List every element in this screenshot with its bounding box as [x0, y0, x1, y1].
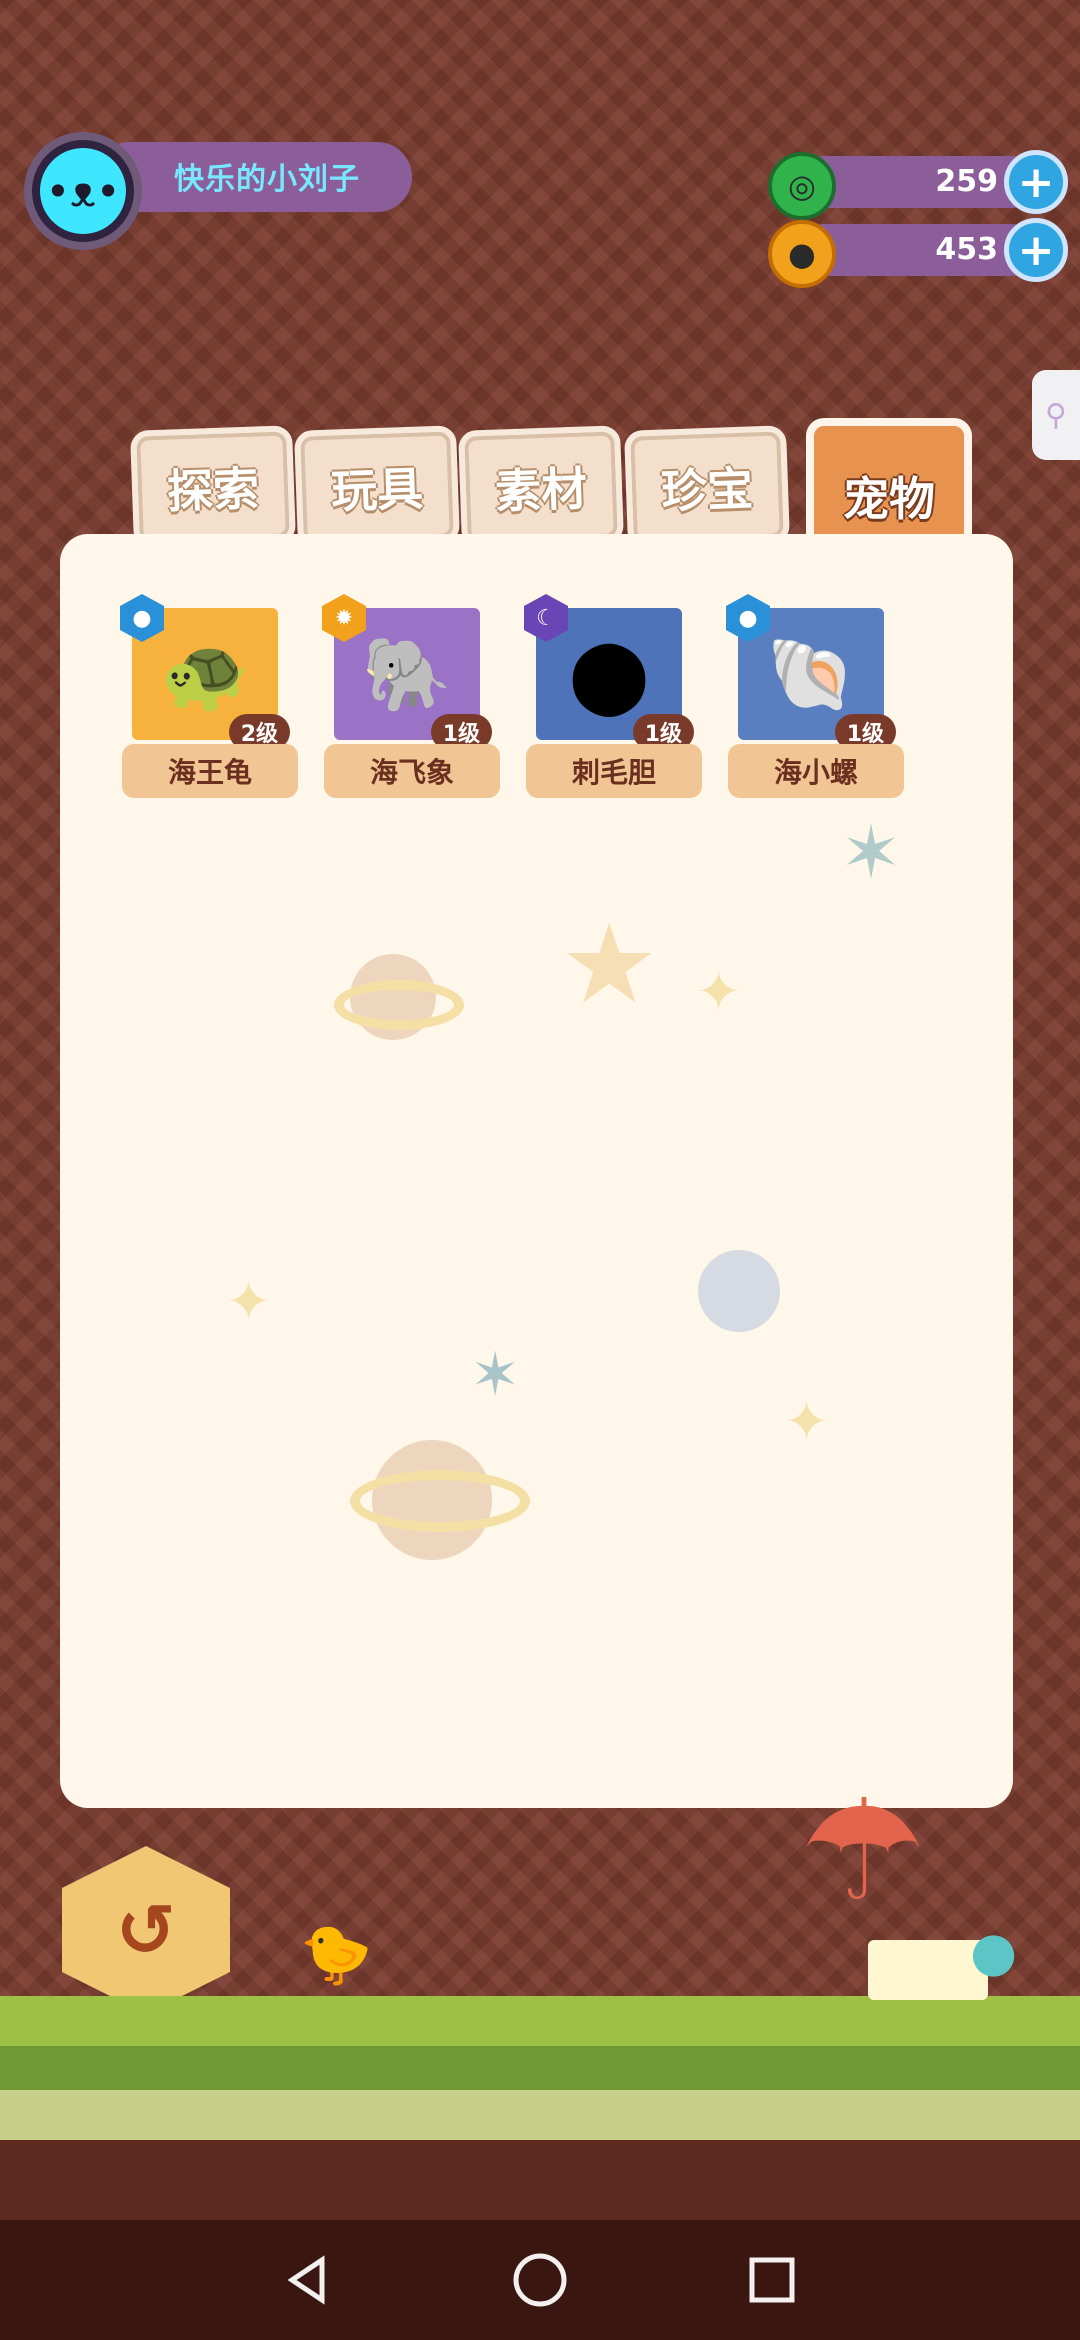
back-nav-icon[interactable] — [276, 2248, 340, 2312]
tab-materials[interactable]: 素材 — [457, 425, 625, 549]
star-decoration: ✦ — [784, 1390, 830, 1453]
currency-donut: ◎ 259 + — [768, 150, 1068, 220]
tab-label: 宠物 — [843, 472, 935, 526]
currency-coin: ● 453 + — [768, 218, 1068, 288]
tab-label: 玩具 — [330, 461, 425, 519]
grass-top — [0, 1996, 1080, 2046]
pet-card[interactable]: 🐘 ✹ 1级 海飞象 — [322, 594, 500, 798]
tab-label: 探索 — [166, 461, 261, 519]
planet-coin-icon: ● — [768, 220, 836, 288]
planet-decoration — [698, 1250, 780, 1332]
pet-name: 海王龟 — [122, 744, 298, 798]
cat-avatar-icon: •ᴥ• — [40, 148, 126, 234]
star-decoration: ✦ — [696, 960, 742, 1023]
star-decoration: ✦ — [226, 1270, 272, 1333]
pet-name: 刺毛胆 — [526, 744, 702, 798]
planet-ring-decoration — [350, 1470, 530, 1532]
add-donut-button[interactable]: + — [1004, 150, 1068, 214]
pet-card[interactable]: ⬤ ☾ 1级 刺毛胆 — [524, 594, 702, 798]
soil-layer — [0, 2140, 1080, 2220]
currency-value: 453 — [935, 232, 998, 267]
side-drawer-handle[interactable]: ⚲ — [1032, 370, 1080, 460]
tab-label: 素材 — [494, 461, 589, 519]
profile-header[interactable]: •ᴥ• 快乐的小刘子 — [24, 132, 412, 257]
chick-icon: 🐤 — [300, 1920, 373, 1988]
home-nav-icon[interactable] — [508, 2248, 572, 2312]
pet-card[interactable]: 🐢 ● 2级 海王龟 — [120, 594, 298, 798]
pet-name: 海小螺 — [728, 744, 904, 798]
star-decoration: ✶ — [470, 1340, 521, 1410]
tab-label: 珍宝 — [660, 461, 755, 519]
donut-icon: ◎ — [768, 152, 836, 220]
planet-ring-decoration — [334, 980, 464, 1030]
pet-card[interactable]: 🐚 ● 1级 海小螺 — [726, 594, 904, 798]
currency-value: 259 — [935, 164, 998, 199]
add-coin-button[interactable]: + — [1004, 218, 1068, 282]
pet-name: 海飞象 — [324, 744, 500, 798]
avatar[interactable]: •ᴥ• — [24, 132, 142, 250]
tab-toys[interactable]: 玩具 — [293, 425, 461, 549]
shooting-star-decoration: ★ — [560, 900, 659, 1028]
sand-band — [0, 2090, 1080, 2140]
tab-treasures[interactable]: 珍宝 — [623, 425, 791, 549]
sleeping-slime-icon: ● — [970, 1920, 1018, 1983]
star-decoration: ✶ — [840, 810, 903, 896]
recents-nav-icon[interactable] — [740, 2248, 804, 2312]
profile-name: 快乐的小刘子 — [174, 162, 360, 197]
tab-explore[interactable]: 探索 — [129, 425, 297, 549]
